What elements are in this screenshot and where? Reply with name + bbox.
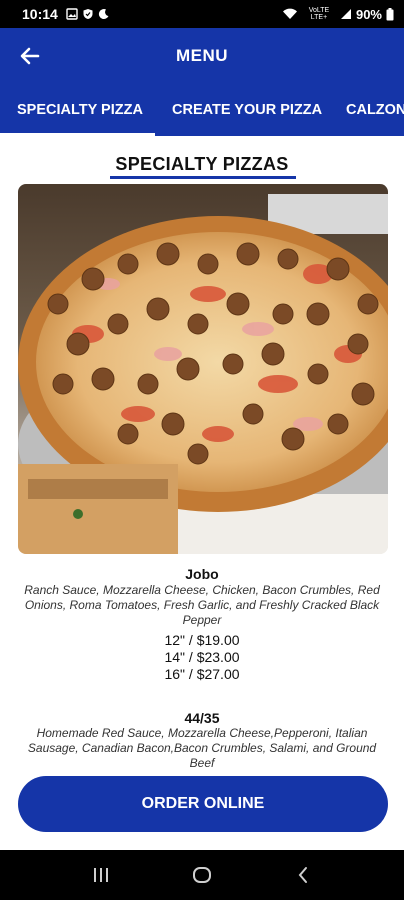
- order-online-button[interactable]: ORDER ONLINE: [18, 776, 388, 832]
- app-header: MENU: [0, 28, 404, 84]
- item-price: 14" / $23.00: [164, 649, 240, 665]
- tab-create-your-pizza[interactable]: CREATE YOUR PIZZA: [155, 84, 328, 136]
- item-description: Ranch Sauce, Mozzarella Cheese, Chicken,…: [24, 583, 380, 627]
- gallery-icon: [66, 8, 78, 20]
- signal-icon: [340, 9, 351, 19]
- order-online-label: ORDER ONLINE: [141, 795, 265, 812]
- chevron-left-icon: [298, 867, 308, 883]
- tab-label: CREATE YOUR PIZZA: [172, 102, 323, 118]
- pizza-image: [18, 184, 388, 554]
- network-label: VoLTE LTE+: [308, 7, 330, 21]
- status-bar: 10:14 VoLTE LTE+ 90%: [0, 0, 404, 28]
- battery-percent: 90%: [355, 6, 382, 22]
- section-underline: [110, 176, 296, 179]
- tab-calzones[interactable]: CALZONES: [328, 84, 404, 136]
- category-tabs: SPECIALTY PIZZA CREATE YOUR PIZZA CALZON…: [0, 84, 404, 136]
- recents-icon: [93, 868, 108, 882]
- arrow-left-icon: [20, 47, 40, 65]
- system-icons: VoLTE LTE+ 90%: [282, 7, 394, 22]
- moon-icon: [98, 9, 109, 20]
- menu-content[interactable]: SPECIALTY PIZZAS Jobo Ranch Sauce, Mozza…: [0, 136, 404, 850]
- tab-label: SPECIALTY PIZZA: [17, 102, 143, 118]
- item-name: Jobo: [185, 566, 219, 582]
- wifi-icon: [282, 8, 297, 19]
- item-description: Homemade Red Sauce, Mozzarella Cheese,Pe…: [27, 726, 377, 770]
- page-title: MENU: [175, 46, 229, 65]
- tab-specialty-pizza[interactable]: SPECIALTY PIZZA: [0, 84, 155, 136]
- nav-back-button[interactable]: [283, 860, 323, 890]
- item-name: 44/35: [184, 710, 220, 726]
- item-price: 12" / $19.00: [164, 632, 240, 648]
- shield-icon: [83, 9, 93, 19]
- system-nav-bar: [0, 850, 404, 900]
- home-icon: [192, 867, 211, 883]
- status-time: 10:14: [22, 6, 58, 22]
- home-button[interactable]: [182, 860, 222, 890]
- section-title: SPECIALTY PIZZAS: [115, 154, 289, 174]
- recents-button[interactable]: [81, 860, 121, 890]
- battery-icon: [386, 7, 394, 20]
- notification-icons: [66, 8, 110, 20]
- item-price: 16" / $27.00: [164, 666, 240, 682]
- tab-label: CALZONES: [346, 102, 404, 118]
- back-button[interactable]: [16, 42, 44, 70]
